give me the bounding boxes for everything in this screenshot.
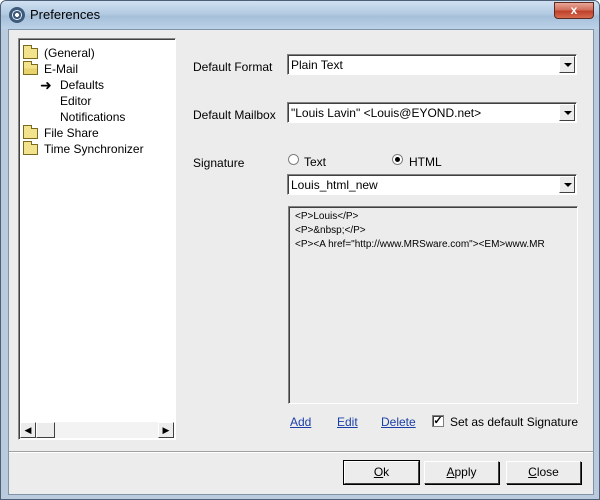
signature-text-radio[interactable] xyxy=(288,154,299,165)
scroll-right-button[interactable]: ▶ xyxy=(158,422,174,438)
close-button-mnemonic: C xyxy=(528,465,537,479)
tree-item-label: (General) xyxy=(44,46,95,60)
default-mailbox-select[interactable]: "Louis Lavin" <Louis@EYOND.net> xyxy=(287,102,577,123)
chevron-down-icon[interactable] xyxy=(559,176,575,193)
tree-item-label: E-Mail xyxy=(44,62,79,76)
edit-signature-link[interactable]: Edit xyxy=(337,415,358,429)
apply-button-mnemonic: A xyxy=(446,465,455,479)
close-button-label: lose xyxy=(536,465,559,479)
tree-horizontal-scrollbar[interactable]: ◀ ▶ xyxy=(20,422,174,438)
signature-name-select[interactable]: Louis_html_new xyxy=(287,174,577,195)
default-mailbox-label: Default Mailbox xyxy=(193,108,276,122)
scroll-left-button[interactable]: ◀ xyxy=(20,422,36,438)
tree-item-label: Notifications xyxy=(60,110,126,124)
default-format-select[interactable]: Plain Text xyxy=(287,54,577,75)
signature-text-radio-label[interactable]: Text xyxy=(304,155,326,169)
default-format-value: Plain Text xyxy=(291,58,343,72)
folder-icon xyxy=(23,45,38,59)
chevron-down-icon[interactable] xyxy=(559,56,575,73)
window-close-button[interactable]: x xyxy=(554,2,594,19)
set-default-signature-checkbox[interactable]: ✓ xyxy=(432,415,444,427)
close-button[interactable]: Close xyxy=(506,461,581,484)
scroll-thumb[interactable] xyxy=(36,422,55,438)
app-icon xyxy=(9,7,25,23)
folder-icon xyxy=(23,141,38,155)
tree-item-label: File Share xyxy=(44,126,99,140)
arrow-right-icon: ➜ xyxy=(40,77,52,93)
folder-icon xyxy=(23,125,38,139)
signature-html-radio-label[interactable]: HTML xyxy=(409,155,442,169)
preferences-dialog: Preferences x (General) E-Mail ➜ Default… xyxy=(0,0,600,500)
signature-line: <P>&nbsp;</P> xyxy=(295,225,366,236)
signature-label: Signature xyxy=(193,156,245,170)
add-signature-link[interactable]: Add xyxy=(290,415,311,429)
divider xyxy=(9,451,593,453)
signature-html-radio[interactable] xyxy=(392,154,403,165)
delete-signature-link[interactable]: Delete xyxy=(381,415,416,429)
tree-item-notifications[interactable]: Notifications xyxy=(60,109,125,125)
signature-line: <P>Louis</P> xyxy=(295,211,359,222)
signature-editor[interactable]: <P>Louis</P> <P>&nbsp;</P> <P><A href="h… xyxy=(288,206,578,404)
dialog-body: (General) E-Mail ➜ Defaults Editor Notif… xyxy=(8,29,594,495)
category-tree[interactable]: (General) E-Mail ➜ Defaults Editor Notif… xyxy=(18,38,176,440)
ok-button[interactable]: Ok xyxy=(343,460,420,485)
tree-item-label: Defaults xyxy=(60,78,105,92)
tree-item-label: Time Synchronizer xyxy=(44,142,144,156)
signature-line: <P><A href="http://www.MRSware.com"><EM>… xyxy=(295,239,545,250)
apply-button[interactable]: Apply xyxy=(424,461,499,484)
ok-button-mnemonic: O xyxy=(373,465,384,479)
tree-item-defaults[interactable]: ➜ Defaults xyxy=(19,77,139,93)
folder-open-icon xyxy=(23,61,38,75)
signature-name-value: Louis_html_new xyxy=(291,178,378,192)
tree-item-label: Editor xyxy=(60,94,92,108)
title-bar[interactable]: Preferences x xyxy=(1,1,599,29)
ok-button-label: k xyxy=(383,465,390,479)
set-default-signature-label[interactable]: Set as default Signature xyxy=(450,415,578,429)
apply-button-label: pply xyxy=(454,465,477,479)
default-mailbox-value: "Louis Lavin" <Louis@EYOND.net> xyxy=(291,106,482,120)
window-title: Preferences xyxy=(30,7,101,22)
default-format-label: Default Format xyxy=(193,60,273,74)
chevron-down-icon[interactable] xyxy=(559,104,575,121)
tree-item-editor[interactable]: Editor xyxy=(60,93,91,109)
